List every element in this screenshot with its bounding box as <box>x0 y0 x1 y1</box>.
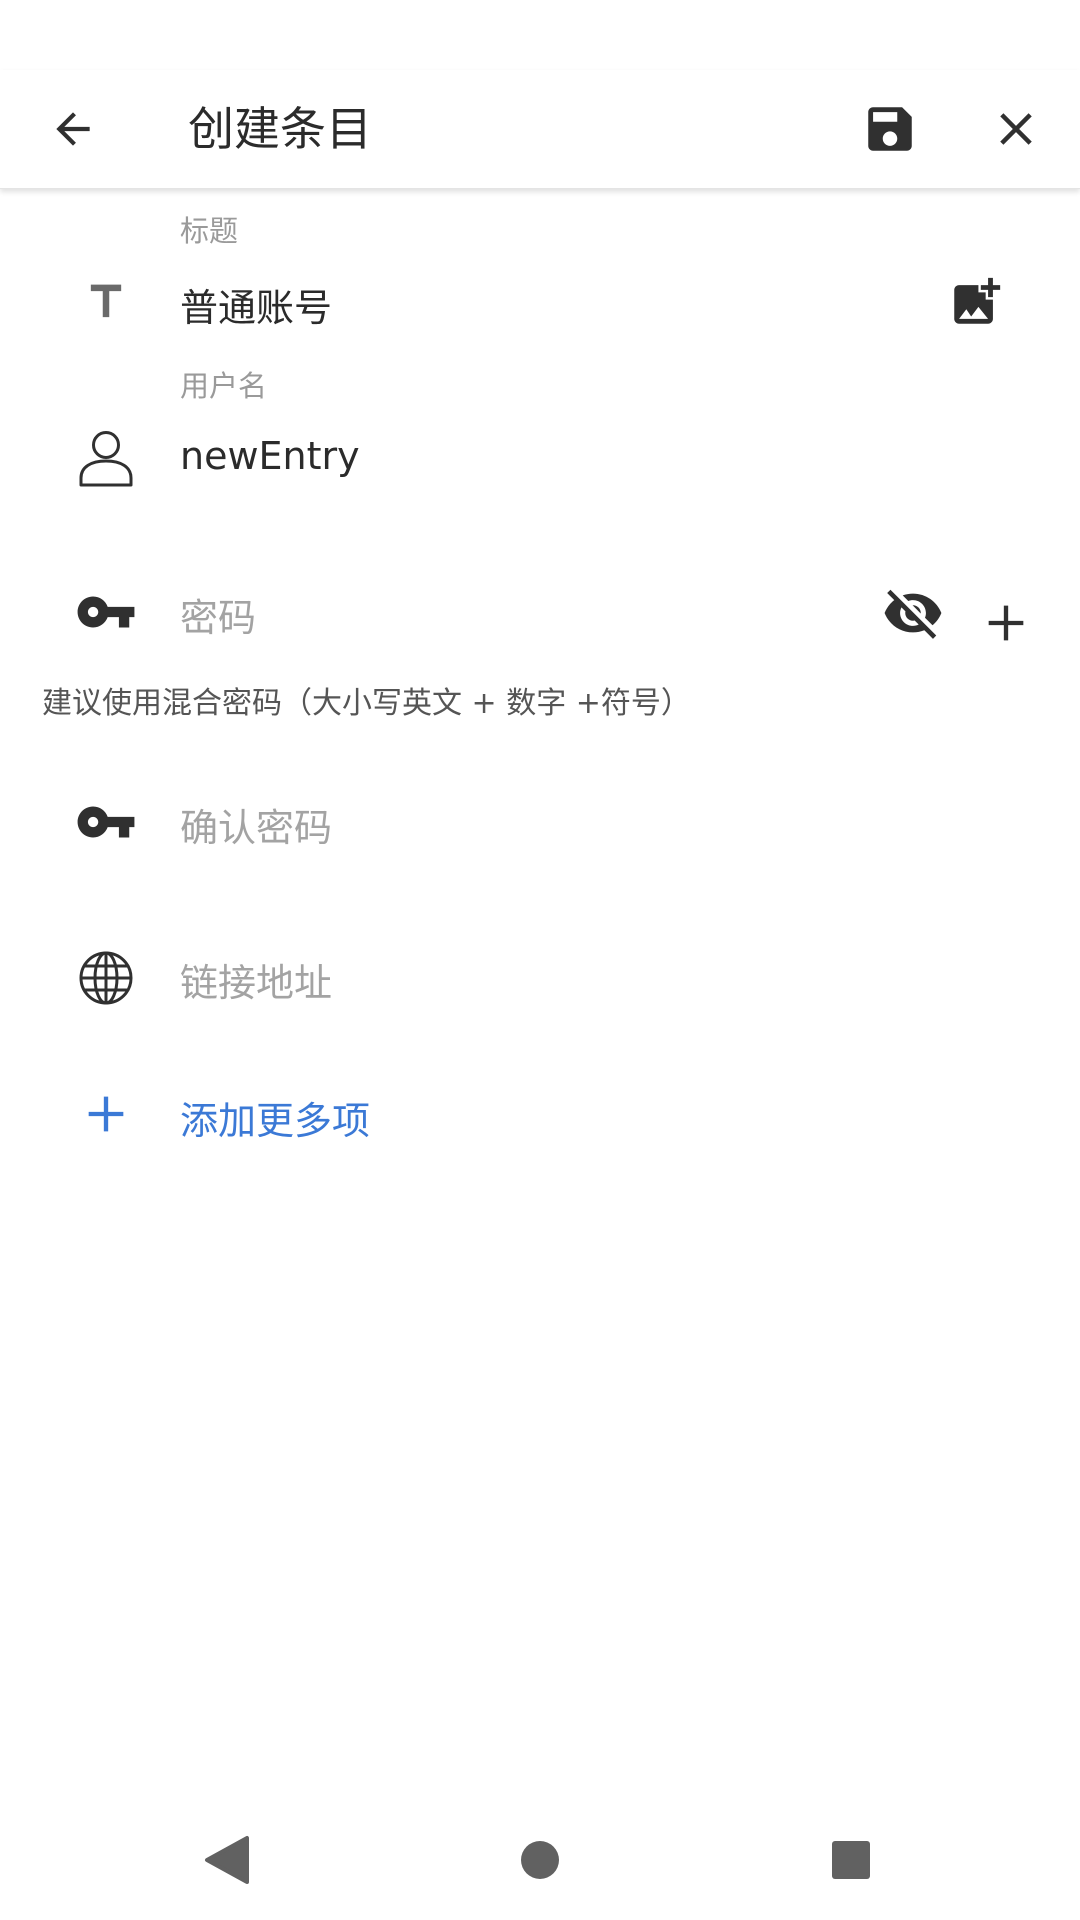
add-more-icon-wrap <box>78 1086 134 1142</box>
person-icon <box>79 431 133 487</box>
password-input[interactable]: 密码 <box>180 587 256 642</box>
close-button[interactable] <box>980 94 1052 164</box>
back-button[interactable] <box>34 94 112 164</box>
username-icon-wrap <box>76 428 136 488</box>
nav-back-icon <box>205 1836 249 1884</box>
plus-icon <box>88 1096 124 1132</box>
save-icon <box>868 107 912 151</box>
title-label: 标题 <box>180 214 239 248</box>
title-input[interactable]: 普通账号 <box>180 277 332 332</box>
close-icon <box>1000 113 1032 145</box>
key-icon <box>77 806 135 838</box>
password-icon-wrap <box>72 582 140 642</box>
plus-icon <box>988 605 1024 641</box>
add-image-icon <box>954 277 1001 324</box>
key-icon <box>77 596 135 628</box>
confirm-password-input[interactable]: 确认密码 <box>180 797 332 852</box>
app-bar: 创建条目 <box>0 70 1080 189</box>
arrow-back-icon <box>56 112 90 146</box>
nav-recents-icon <box>832 1841 870 1879</box>
eye-off-icon <box>884 589 942 639</box>
status-bar <box>0 0 1080 70</box>
title-icon-wrap <box>76 272 136 332</box>
url-icon-wrap <box>76 948 136 1008</box>
password-hint: 建议使用混合密码（大小写英文 + 数字 +符号） <box>42 686 691 721</box>
add-more-label[interactable]: 添加更多项 <box>180 1090 370 1145</box>
username-label: 用户名 <box>180 369 268 403</box>
text-icon <box>90 284 122 318</box>
nav-recents-button[interactable] <box>815 1824 887 1896</box>
url-input[interactable]: 链接地址 <box>180 952 332 1007</box>
save-button[interactable] <box>854 94 926 164</box>
nav-back-button[interactable] <box>190 1824 262 1896</box>
page-title: 创建条目 <box>188 102 372 156</box>
system-nav-bar <box>0 1800 1080 1920</box>
add-image-button[interactable] <box>944 270 1008 334</box>
nav-home-button[interactable] <box>504 1824 576 1896</box>
generate-password-button[interactable] <box>976 590 1036 656</box>
toggle-visibility-button[interactable] <box>878 580 948 646</box>
username-input[interactable]: newEntry <box>180 434 360 478</box>
globe-icon <box>79 951 133 1005</box>
confirm-password-icon-wrap <box>72 792 140 852</box>
nav-home-icon <box>521 1841 559 1879</box>
